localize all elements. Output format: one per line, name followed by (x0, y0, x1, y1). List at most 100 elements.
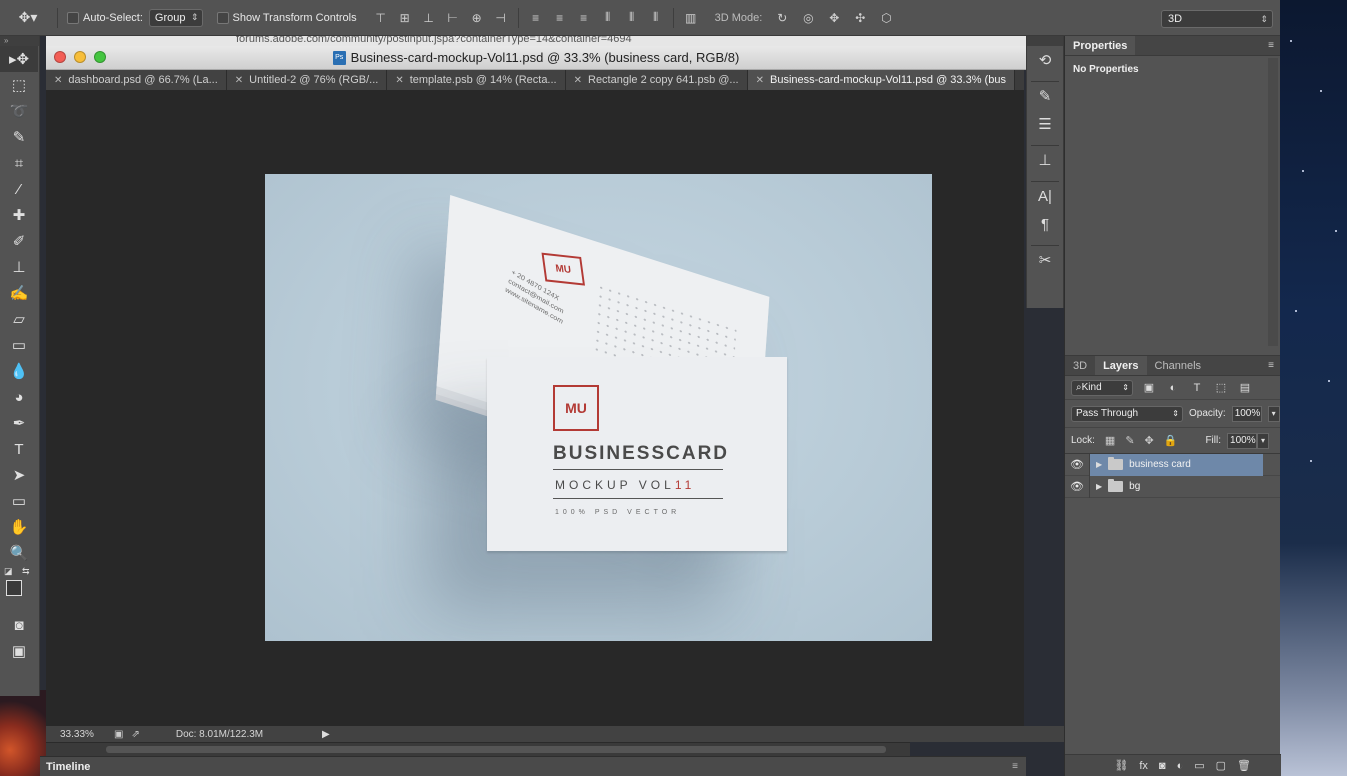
healing-brush-tool-icon[interactable]: ✚ (0, 202, 38, 228)
marquee-tool-icon[interactable]: ⬚ (0, 72, 38, 98)
opacity-field[interactable]: 100% (1231, 405, 1262, 422)
3d-scale-icon[interactable]: ⬡ (876, 8, 896, 28)
lock-all-icon[interactable]: 🔒 (1164, 434, 1178, 447)
document-tab-active[interactable]: ✕ Business-card-mockup-Vol11.psd @ 33.3% … (747, 70, 1015, 90)
close-tab-icon[interactable]: ✕ (574, 75, 582, 86)
distribute-hcenter-icon[interactable]: ⦀ (622, 8, 642, 28)
minimize-window-button[interactable] (74, 51, 86, 63)
path-select-tool-icon[interactable]: ➤ (0, 462, 38, 488)
move-tool-preset-icon[interactable]: ✥▾ (8, 6, 48, 30)
auto-select-checkbox[interactable]: Auto-Select: (67, 11, 143, 24)
gradient-tool-icon[interactable]: ▭ (0, 332, 38, 358)
layer-group-business-card[interactable]: ▶ business card (1089, 453, 1263, 476)
filter-pixel-icon[interactable]: ▣ (1141, 381, 1157, 394)
lasso-tool-icon[interactable]: ➰ (0, 98, 38, 124)
dodge-tool-icon[interactable]: ◕ (0, 384, 38, 410)
tools-panel-header[interactable]: » (0, 36, 39, 46)
expand-caret-icon[interactable]: ▶ (1096, 460, 1102, 469)
zoom-level[interactable]: 33.33% (46, 729, 106, 740)
new-layer-icon[interactable]: ▢ (1216, 759, 1226, 772)
pen-tool-icon[interactable]: ✒ (0, 410, 38, 436)
distribute-vcenter-icon[interactable]: ≡ (550, 8, 570, 28)
paragraph-panel-icon[interactable]: ¶ (1027, 210, 1063, 238)
workspace-dropdown[interactable]: 3D (1161, 10, 1273, 28)
align-hcenter-icon[interactable]: ⊕ (467, 8, 487, 28)
zoom-tool-icon[interactable]: 🔍 (0, 540, 38, 566)
tab-3d[interactable]: 3D (1065, 356, 1095, 375)
visibility-eye-icon[interactable]: 👁 (1065, 458, 1089, 471)
document-tab[interactable]: ✕ Untitled-2 @ 76% (RGB/... (226, 70, 388, 90)
3d-roll-icon[interactable]: ◎ (798, 8, 818, 28)
auto-select-dropdown[interactable]: Group (148, 8, 203, 27)
add-mask-icon[interactable]: ◙ (1159, 760, 1166, 772)
eyedropper-tool-icon[interactable]: ⁄ (0, 176, 38, 202)
document-artwork[interactable]: MU + 20 4870 124X contact@mail.com www.s… (265, 174, 932, 641)
move-tool-icon[interactable]: ▸✥ (0, 46, 38, 72)
swap-colors-icon[interactable]: ⇆ (22, 566, 30, 577)
distribute-top-icon[interactable]: ≡ (526, 8, 546, 28)
opacity-slider-arrow-icon[interactable]: ▾ (1267, 405, 1280, 422)
3d-slide-icon[interactable]: ✣ (850, 8, 870, 28)
blend-mode-dropdown[interactable]: Pass Through (1071, 405, 1183, 422)
3d-pan-icon[interactable]: ✥ (824, 8, 844, 28)
3d-orbit-icon[interactable]: ↻ (772, 8, 792, 28)
quick-select-tool-icon[interactable]: ✎ (0, 124, 38, 150)
brush-tool-icon[interactable]: ✐ (0, 228, 38, 254)
show-transform-controls-checkbox[interactable]: Show Transform Controls (216, 11, 357, 24)
expand-caret-icon[interactable]: ▶ (1096, 482, 1102, 491)
layer-group-bg[interactable]: ▶ bg (1089, 475, 1263, 498)
clone-stamp-tool-icon[interactable]: ⊥ (0, 254, 38, 280)
fill-slider-arrow-icon[interactable]: ▾ (1257, 432, 1270, 449)
brush-presets-icon[interactable]: ✎ (1027, 82, 1063, 110)
clone-source-icon[interactable]: ⊥ (1027, 146, 1063, 174)
close-tab-icon[interactable]: ✕ (756, 75, 764, 86)
filter-smart-object-icon[interactable]: ▤ (1237, 381, 1253, 394)
tab-channels[interactable]: Channels (1147, 356, 1209, 375)
checkbox-box[interactable] (67, 11, 79, 24)
lock-transparent-icon[interactable]: ▦ (1105, 434, 1115, 447)
character-panel-icon[interactable]: A| (1027, 182, 1063, 210)
blur-tool-icon[interactable]: 💧 (0, 358, 38, 384)
distribute-bottom-icon[interactable]: ≡ (574, 8, 594, 28)
shape-tool-icon[interactable]: ▭ (0, 488, 38, 514)
align-top-icon[interactable]: ⊤ (371, 8, 391, 28)
screen-mode-icon[interactable]: ▣ (0, 638, 38, 664)
timeline-panel-tab[interactable]: Timeline ≡ (40, 756, 1026, 776)
close-tab-icon[interactable]: ✕ (54, 75, 62, 86)
distribute-left-icon[interactable]: ⦀ (598, 8, 618, 28)
new-group-icon[interactable]: ▭ (1194, 759, 1204, 772)
document-tab[interactable]: ✕ template.psb @ 14% (Recta... (387, 70, 566, 90)
tab-properties[interactable]: Properties (1065, 36, 1136, 55)
tab-layers[interactable]: Layers (1095, 356, 1147, 375)
crop-tool-icon[interactable]: ⌗ (0, 150, 38, 176)
zoom-window-button[interactable] (94, 51, 106, 63)
align-vcenter-icon[interactable]: ⊞ (395, 8, 415, 28)
status-info-icon[interactable]: ▣ (114, 729, 123, 740)
distribute-right-icon[interactable]: ⦀ (646, 8, 666, 28)
default-colors-icon[interactable]: ◪ (4, 566, 13, 577)
properties-scrollbar[interactable] (1268, 58, 1278, 346)
history-brush-tool-icon[interactable]: ✍ (0, 280, 38, 306)
lock-image-icon[interactable]: ✎ (1125, 434, 1134, 447)
align-left-icon[interactable]: ⊢ (443, 8, 463, 28)
history-panel-icon[interactable]: ⟲ (1027, 46, 1063, 74)
visibility-eye-icon[interactable]: 👁 (1065, 480, 1089, 493)
dock-header[interactable] (1027, 36, 1063, 46)
document-titlebar[interactable]: Ps Business-card-mockup-Vol11.psd @ 33.3… (46, 46, 1026, 70)
close-tab-icon[interactable]: ✕ (235, 75, 243, 86)
color-swatches[interactable]: ◪ ⇆ (0, 566, 39, 612)
filter-kind-dropdown[interactable]: ⌕ Kind (1071, 379, 1133, 396)
panel-menu-icon[interactable]: ≡ (1268, 360, 1274, 371)
share-icon[interactable]: ⇗ (131, 729, 139, 740)
tool-presets-icon[interactable]: ✂ (1027, 246, 1063, 274)
close-window-button[interactable] (54, 51, 66, 63)
align-right-icon[interactable]: ⊣ (491, 8, 511, 28)
type-tool-icon[interactable]: T (0, 436, 38, 462)
filter-type-icon[interactable]: T (1189, 382, 1205, 394)
document-tab[interactable]: ✕ dashboard.psd @ 66.7% (La... (46, 70, 227, 90)
filter-shape-icon[interactable]: ⬚ (1213, 381, 1229, 394)
hand-tool-icon[interactable]: ✋ (0, 514, 38, 540)
link-layers-icon[interactable]: ⛓ (1114, 759, 1128, 772)
panel-menu-icon[interactable]: ≡ (1012, 761, 1018, 772)
horizontal-scrollbar[interactable] (46, 742, 910, 756)
